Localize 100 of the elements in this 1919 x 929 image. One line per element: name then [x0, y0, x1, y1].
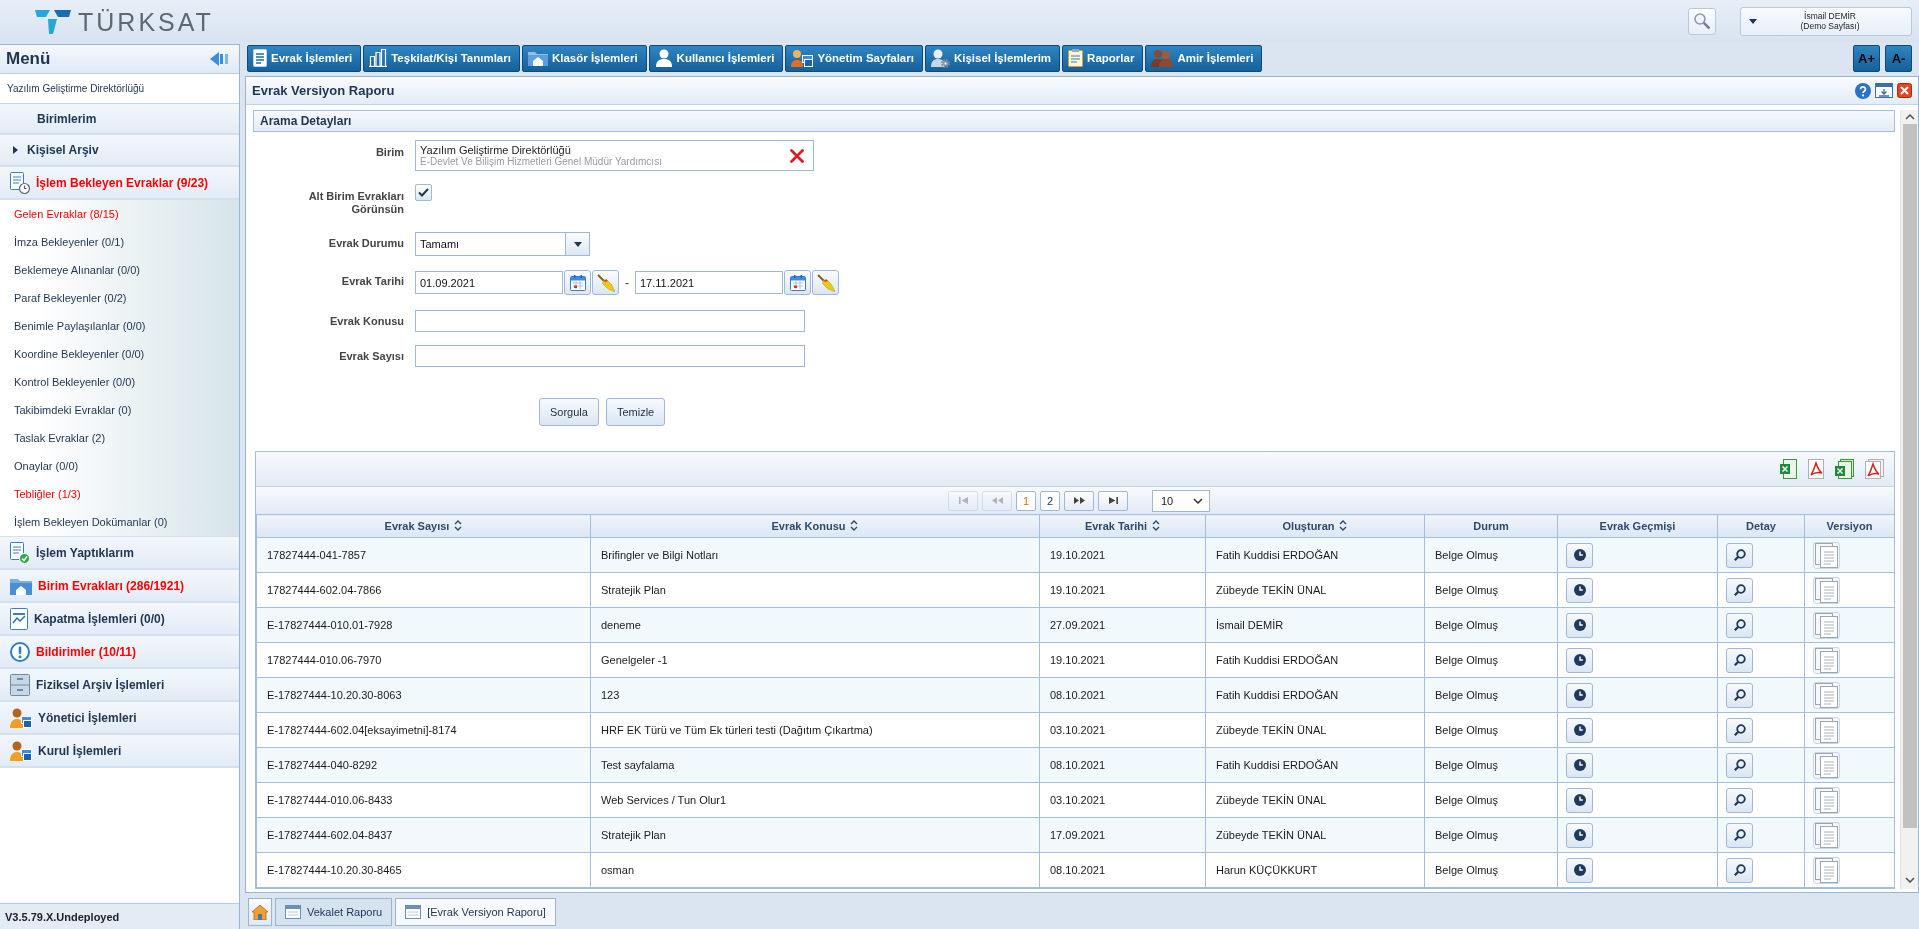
collapse-icon[interactable]: [210, 52, 228, 66]
history-button[interactable]: [1566, 612, 1593, 638]
submenu-item[interactable]: Onaylar (0/0): [0, 452, 239, 480]
history-button[interactable]: [1566, 577, 1593, 603]
table-cell: Stratejik Plan: [590, 572, 1040, 608]
submenu-item[interactable]: Koordine Bekleyenler (0/0): [0, 340, 239, 368]
top-menu-button[interactable]: Klasör İşlemleri: [521, 44, 647, 72]
detail-button[interactable]: [1726, 857, 1753, 883]
pdf-stack-icon[interactable]: [1865, 459, 1884, 479]
scroll-up-icon[interactable]: [1904, 114, 1915, 120]
table-cell: 03.10.2021: [1039, 712, 1206, 748]
search-icon: [1733, 689, 1746, 701]
top-menu-button[interactable]: Amir İşlemleri: [1145, 44, 1263, 72]
detail-button[interactable]: [1726, 752, 1753, 778]
calendar-button[interactable]: [564, 270, 591, 295]
open-tab[interactable]: Vekalet Raporu: [275, 898, 393, 926]
history-button[interactable]: [1566, 717, 1593, 743]
top-menu-button[interactable]: Kullanıcı İşlemleri: [648, 44, 784, 72]
table-cell: İsmail DEMİR: [1205, 607, 1425, 643]
top-menu-button[interactable]: Kişisel İşlemlerim: [924, 44, 1061, 72]
column-header[interactable]: Oluşturan: [1205, 514, 1425, 538]
history-button[interactable]: [1566, 787, 1593, 813]
person-monitor-icon: [10, 740, 32, 761]
history-button[interactable]: [1566, 857, 1593, 883]
detail-button[interactable]: [1726, 682, 1753, 708]
column-header[interactable]: Evrak Sayısı: [256, 514, 591, 538]
font-size-button[interactable]: A-: [1885, 44, 1912, 72]
spreadsheet-icon[interactable]: [1780, 459, 1797, 479]
user-menu-button[interactable]: İsmail DEMİR (Demo Sayfası): [1740, 6, 1912, 36]
submenu-item[interactable]: Gelen Evraklar (8/15): [0, 200, 239, 228]
text-field[interactable]: [415, 345, 805, 367]
home-button[interactable]: [248, 898, 272, 926]
pdf-icon[interactable]: [1808, 459, 1824, 479]
page-button[interactable]: 2: [1040, 490, 1060, 511]
detail-button[interactable]: [1726, 717, 1753, 743]
column-header[interactable]: Evrak Konusu: [590, 514, 1040, 538]
open-tab[interactable]: [Evrak Versiyon Raporu]: [395, 898, 556, 926]
sidebar-item[interactable]: İşlem Bekleyen Evraklar (9/23): [0, 167, 239, 200]
detail-button[interactable]: [1726, 647, 1753, 673]
form-button[interactable]: Sorgula: [539, 398, 599, 426]
scrollbar-thumb[interactable]: [1902, 124, 1917, 828]
top-menu-button[interactable]: Yönetim Sayfaları: [785, 44, 923, 72]
status-dropdown[interactable]: Tamamı: [415, 232, 590, 256]
sidebar-item[interactable]: Birim Evrakları (286/1921): [0, 570, 239, 603]
submenu-item[interactable]: Beklemeye Alınanlar (0/0): [0, 256, 239, 284]
next-page-button[interactable]: [1064, 490, 1094, 511]
form-button[interactable]: Temizle: [605, 398, 666, 426]
submenu-item[interactable]: İmza Bekleyenler (0/1): [0, 228, 239, 256]
spreadsheet-stack-icon[interactable]: [1835, 459, 1854, 479]
submenu-item[interactable]: Paraf Bekleyenler (0/2): [0, 284, 239, 312]
date-field[interactable]: 01.09.2021: [415, 271, 563, 294]
history-button[interactable]: [1566, 752, 1593, 778]
clear-date-button[interactable]: [592, 270, 619, 295]
detail-button[interactable]: [1726, 577, 1753, 603]
submenu-item[interactable]: Taslak Evraklar (2): [0, 424, 239, 452]
first-page-icon: [958, 497, 968, 504]
calendar-button[interactable]: [784, 270, 811, 295]
clear-icon[interactable]: [790, 148, 804, 163]
history-button[interactable]: [1566, 647, 1593, 673]
documents-icon: [1815, 717, 1838, 743]
help-icon[interactable]: [1855, 82, 1871, 99]
last-page-button[interactable]: [1098, 490, 1128, 511]
history-button[interactable]: [1566, 542, 1593, 568]
sidebar-item[interactable]: Fiziksel Arşiv İşlemleri: [0, 669, 239, 702]
submenu-item[interactable]: Tebliğler (1/3): [0, 480, 239, 508]
sidebar-item[interactable]: Kişisel Arşiv: [0, 135, 239, 167]
top-menu-button[interactable]: Teşkilat/Kişi Tanımları: [363, 44, 520, 72]
sidebar-item[interactable]: Yönetici İşlemleri: [0, 702, 239, 735]
clock-icon: [1573, 654, 1586, 666]
history-button[interactable]: [1566, 682, 1593, 708]
page-size-dropdown[interactable]: 10: [1152, 489, 1210, 512]
detail-button[interactable]: [1726, 542, 1753, 568]
sidebar-item[interactable]: Bildirimler (10/11): [0, 636, 239, 669]
submenu-item[interactable]: İşlem Bekleyen Dokümanlar (0): [0, 508, 239, 536]
top-menu-button[interactable]: Raporlar: [1062, 44, 1144, 72]
sidebar-item[interactable]: Kapatma İşlemleri (0/0): [0, 603, 239, 636]
detail-button[interactable]: [1726, 612, 1753, 638]
date-field[interactable]: 17.11.2021: [635, 271, 783, 294]
text-field[interactable]: [415, 310, 805, 332]
clear-date-button[interactable]: [812, 270, 839, 295]
detail-button[interactable]: [1726, 787, 1753, 813]
table-cell: Belge Olmuş: [1424, 747, 1558, 783]
sidebar-item[interactable]: İşlem Yaptıklarım: [0, 537, 239, 570]
submenu-item[interactable]: Takibimdeki Evraklar (0): [0, 396, 239, 424]
sidebar-item[interactable]: Birimlerim: [0, 104, 239, 135]
submenu-item[interactable]: Kontrol Bekleyenler (0/0): [0, 368, 239, 396]
checkbox[interactable]: [415, 184, 432, 201]
detail-button[interactable]: [1726, 822, 1753, 848]
search-button[interactable]: [1688, 7, 1716, 35]
top-menu-button[interactable]: Evrak İşlemleri: [247, 44, 362, 72]
column-header[interactable]: Evrak Tarihi: [1039, 514, 1206, 538]
history-button[interactable]: [1566, 822, 1593, 848]
unit-field[interactable]: Yazılım Geliştirme Direktörlüğü E-Devlet Ve Bilişim Hizmetleri Genel Müdür Yardımcısı: [415, 140, 814, 171]
close-icon[interactable]: [1897, 83, 1912, 98]
scrollbar[interactable]: [1900, 110, 1918, 889]
font-size-button[interactable]: A+: [1853, 44, 1880, 72]
sidebar-item[interactable]: Kurul İşlemleri: [0, 735, 239, 768]
scroll-down-icon[interactable]: [1904, 877, 1915, 883]
clock-icon: [1573, 689, 1586, 701]
submenu-item[interactable]: Benimle Paylaşılanlar (0/0): [0, 312, 239, 340]
